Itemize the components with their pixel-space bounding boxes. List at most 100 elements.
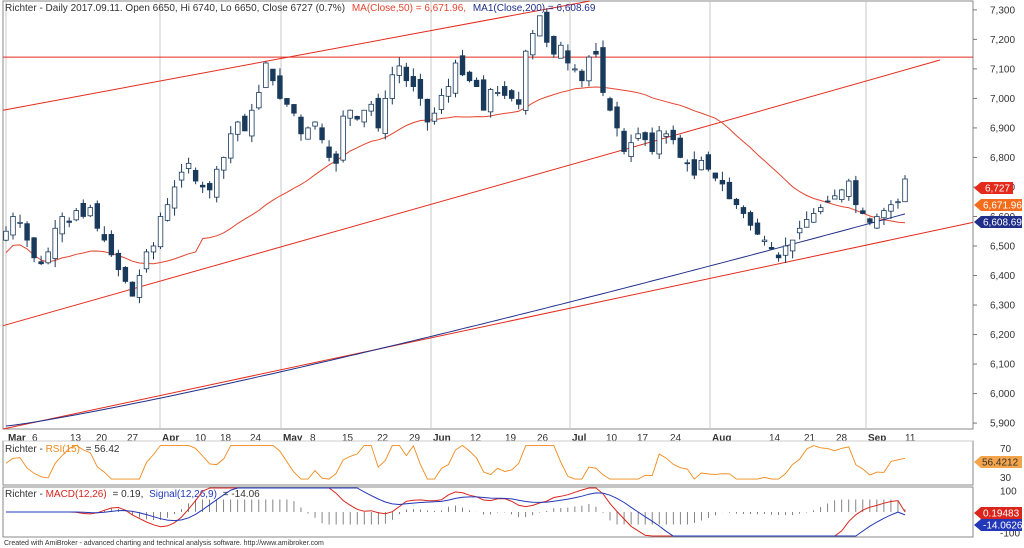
candle-body	[796, 227, 803, 234]
candle-body	[614, 106, 620, 129]
candle-body	[417, 78, 424, 99]
candle-body	[551, 36, 557, 55]
rsi-pane[interactable]	[2, 440, 974, 486]
close-badge: 6,727	[974, 182, 1013, 195]
candle-body	[305, 127, 311, 140]
candle-body	[663, 133, 669, 137]
candle-body	[740, 207, 747, 214]
candle-body	[516, 99, 522, 105]
candle-body	[31, 237, 37, 259]
candle-body	[810, 213, 817, 223]
candle-body	[80, 203, 86, 217]
candle-body	[705, 154, 712, 170]
candle-body	[277, 75, 283, 99]
macd-header: Richter - MACD(12,26) = 0.19, Signal(12,…	[5, 489, 260, 500]
candle-body	[860, 210, 866, 214]
candle-body	[270, 68, 276, 82]
candle-body	[150, 245, 157, 253]
candle-body	[3, 230, 9, 241]
price-tick-label: 6,900	[990, 123, 1015, 134]
candle-body	[94, 203, 101, 229]
rsi-tick-label: 70	[1000, 444, 1012, 455]
candle-body	[726, 181, 733, 200]
candle-body	[87, 207, 93, 217]
candle-body	[101, 234, 108, 241]
svg-text:0.19483: 0.19483	[983, 509, 1020, 520]
candle-body	[45, 251, 51, 264]
candle-body	[10, 216, 16, 236]
candle-body	[319, 127, 325, 141]
rsi-tick-label: 30	[1000, 473, 1012, 484]
candle-body	[38, 261, 44, 265]
candle-body	[396, 65, 403, 76]
candle-body	[206, 183, 213, 191]
chart-canvas[interactable]: 7,3007,2007,1007,0006,9006,8006,7006,600…	[0, 0, 1024, 540]
price-tick-label: 6,200	[990, 330, 1015, 341]
svg-text:6,608.69: 6,608.69	[983, 218, 1022, 229]
candle-body	[761, 239, 768, 242]
candle-body	[902, 178, 908, 203]
candle-body	[544, 11, 550, 43]
candle-body	[389, 74, 395, 99]
candle-body	[185, 162, 192, 169]
candle-body	[656, 130, 662, 155]
candle-body	[649, 132, 655, 152]
candle-body	[635, 133, 641, 139]
candle-body	[888, 204, 894, 212]
candle-body	[768, 247, 775, 250]
candle-body	[445, 86, 452, 97]
candle-body	[579, 70, 585, 82]
candle-body	[494, 92, 501, 94]
candle-body	[874, 216, 880, 229]
candle-body	[558, 44, 564, 59]
candle-body	[354, 115, 360, 120]
candle-body	[642, 132, 648, 141]
price-pane[interactable]	[2, 0, 974, 430]
candle-body	[895, 201, 901, 204]
candle-body	[333, 153, 339, 164]
candle-body	[586, 56, 592, 82]
candle-body	[789, 239, 796, 252]
candle-body	[157, 216, 164, 248]
candle-body	[143, 251, 150, 270]
price-tick-label: 7,000	[990, 94, 1015, 105]
candle-body	[628, 142, 634, 157]
candle-body	[670, 129, 676, 141]
price-tick-label: 6,800	[990, 153, 1015, 164]
svg-text:6,727: 6,727	[985, 184, 1010, 195]
candle-body	[171, 186, 178, 209]
candle-body	[192, 169, 199, 182]
candle-body	[712, 172, 719, 179]
price-tick-label: 6,000	[990, 389, 1015, 400]
candle-body	[775, 254, 782, 259]
candle-body	[178, 171, 185, 181]
price-tick-label: 6,300	[990, 301, 1015, 312]
candle-body	[410, 76, 417, 88]
candle-body	[403, 66, 410, 82]
candle-body	[487, 89, 494, 113]
candle-body	[164, 204, 171, 221]
candle-body	[263, 62, 269, 89]
candle-body	[480, 79, 487, 111]
candle-body	[621, 130, 627, 152]
candle-body	[691, 159, 697, 176]
candle-body	[214, 168, 220, 198]
candle-body	[382, 98, 388, 134]
candle-body	[24, 223, 30, 241]
candle-body	[17, 221, 23, 224]
candle-body	[537, 15, 543, 37]
candle-body	[818, 207, 824, 212]
candle-body	[59, 216, 65, 235]
candle-body	[256, 92, 262, 109]
svg-text:-14.0626: -14.0626	[983, 521, 1023, 532]
price-tick-label: 7,100	[990, 64, 1015, 75]
candle-body	[846, 180, 852, 197]
candle-body	[466, 71, 473, 82]
candle-body	[235, 121, 241, 135]
price-tick-label: 7,300	[990, 5, 1015, 16]
candle-body	[459, 55, 466, 76]
candle-body	[228, 133, 234, 159]
macd-tick-label: 100	[1000, 487, 1017, 498]
candle-body	[249, 109, 255, 137]
candle-body	[719, 179, 726, 185]
